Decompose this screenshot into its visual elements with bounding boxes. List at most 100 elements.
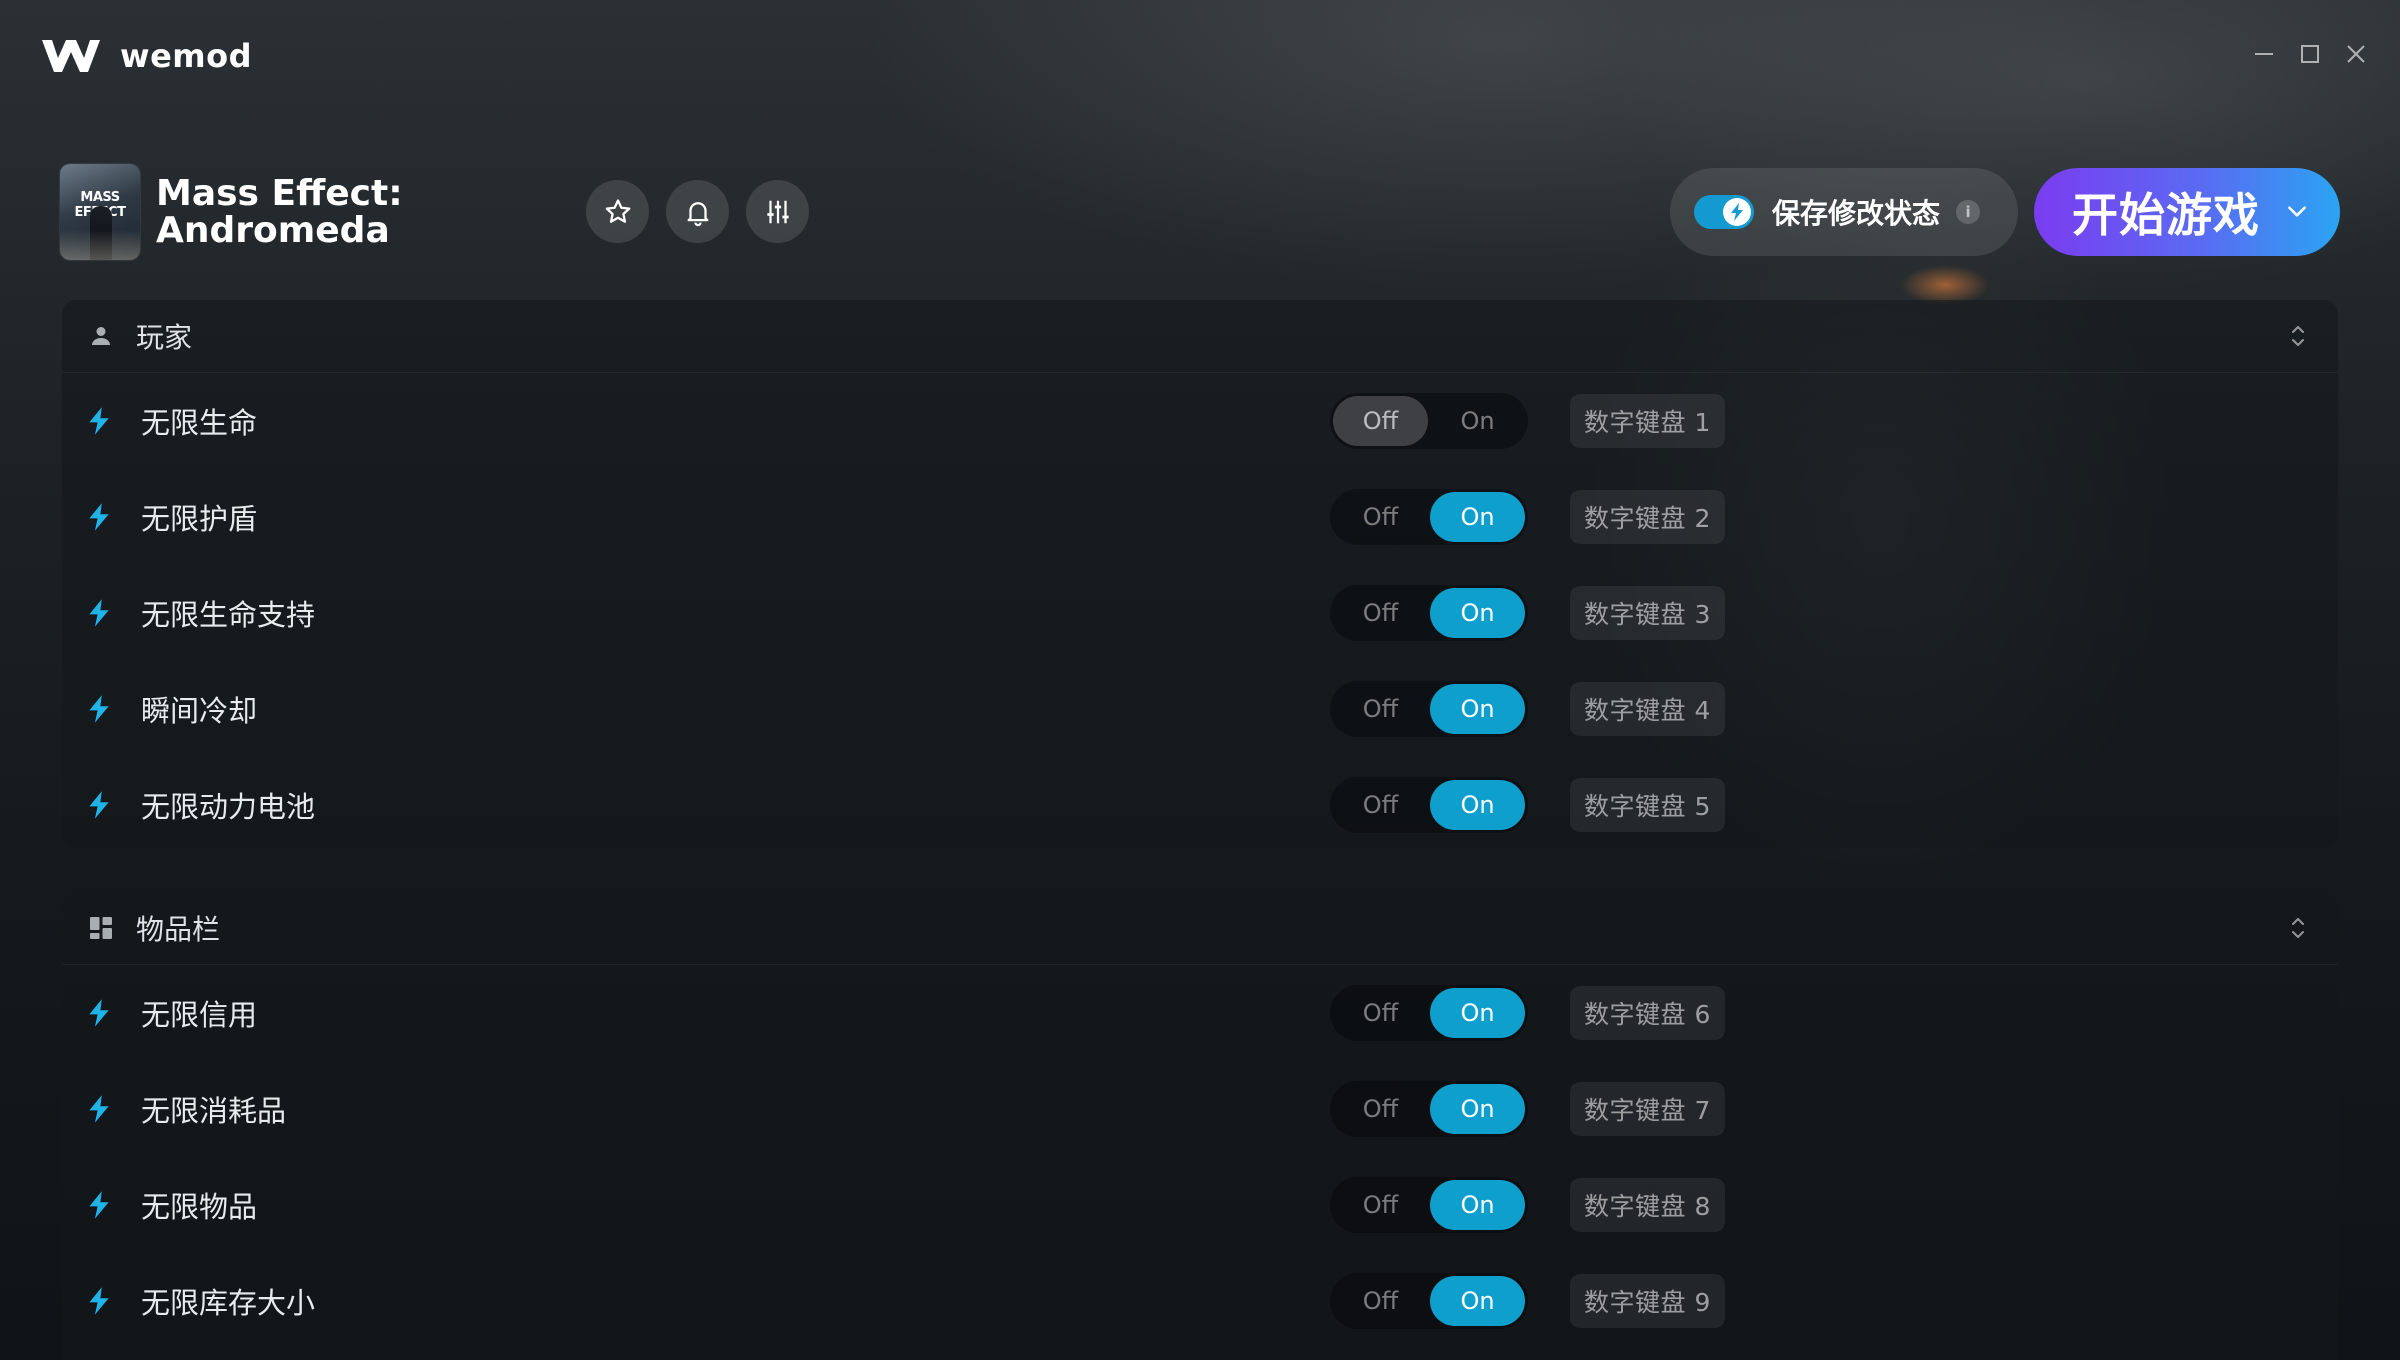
toggle-on-option[interactable]: On [1430, 684, 1525, 734]
mod-toggle[interactable]: Off On [1330, 1081, 1528, 1137]
mod-toggle[interactable]: Off On [1330, 393, 1528, 449]
header-actions [586, 180, 809, 243]
mod-toggle[interactable]: Off On [1330, 985, 1528, 1041]
mod-name: 无限信用 [141, 998, 258, 1032]
mod-toggle[interactable]: Off On [1330, 1273, 1528, 1329]
hotkey-badge[interactable]: 数字键盘 2 [1570, 490, 1725, 544]
game-header: MASS EFFECT Mass Effect: Andromeda [60, 164, 403, 260]
toggle-off-option[interactable]: Off [1333, 396, 1428, 446]
notifications-button[interactable] [666, 180, 729, 243]
mod-toggle[interactable]: Off On [1330, 681, 1528, 737]
mod-toggle[interactable]: Off On [1330, 1177, 1528, 1233]
window-controls [2254, 44, 2366, 64]
app-logo: wemod [40, 36, 252, 76]
toggle-on-option[interactable]: On [1430, 780, 1525, 830]
mod-row: 无限库存大小 Off On 数字键盘 9 [62, 1253, 2338, 1349]
bolt-icon [89, 791, 109, 819]
mod-name: 无限库存大小 [141, 1286, 316, 1320]
bell-icon [687, 201, 708, 226]
bolt-icon [1731, 203, 1743, 221]
mod-name: 瞬间冷却 [141, 694, 258, 728]
toggle-on-option[interactable]: On [1430, 1084, 1525, 1134]
toggle-off-option[interactable]: Off [1333, 1084, 1428, 1134]
settings-button[interactable] [746, 180, 809, 243]
bolt-icon [89, 1287, 109, 1315]
play-label: 开始游戏 [2072, 188, 2260, 242]
mod-row: 无限动力电池 Off On 数字键盘 5 [62, 757, 2338, 853]
hotkey-badge[interactable]: 数字键盘 6 [1570, 986, 1725, 1040]
mod-toggle[interactable]: Off On [1330, 777, 1528, 833]
toggle-off-option[interactable]: Off [1333, 780, 1428, 830]
toggle-off-option[interactable]: Off [1333, 1180, 1428, 1230]
close-icon[interactable] [2346, 44, 2366, 64]
chevron-down-icon[interactable] [2284, 198, 2310, 224]
bolt-icon [89, 695, 109, 723]
star-icon [605, 198, 630, 223]
mod-name: 无限生命支持 [141, 598, 316, 632]
collapse-icon[interactable] [2288, 324, 2308, 348]
section-player: 玩家 无限生命 Off On 数字键盘 1 无限护盾 Off On 数字键盘 2 无限生命支持 O… [62, 300, 2338, 848]
hotkey-badge[interactable]: 数字键盘 1 [1570, 394, 1725, 448]
mod-name: 无限物品 [141, 1190, 258, 1224]
game-title-line1: Mass Effect: [156, 173, 403, 214]
toggle-on-option[interactable]: On [1430, 988, 1525, 1038]
bolt-icon [89, 1095, 109, 1123]
mod-row: 无限生命支持 Off On 数字键盘 3 [62, 565, 2338, 661]
mod-row: 无限物品 Off On 数字键盘 8 [62, 1157, 2338, 1253]
toggle-on-option[interactable]: On [1430, 1276, 1525, 1326]
hotkey-badge[interactable]: 数字键盘 9 [1570, 1274, 1725, 1328]
play-button[interactable]: 开始游戏 [2034, 168, 2340, 256]
favorite-button[interactable] [586, 180, 649, 243]
mod-name: 无限护盾 [141, 502, 258, 536]
save-mods-toggle[interactable]: 保存修改状态 i [1670, 168, 2018, 256]
person-icon [88, 323, 114, 349]
toggle-off-option[interactable]: Off [1333, 684, 1428, 734]
section-title: 物品栏 [136, 913, 221, 946]
toggle-on-option[interactable]: On [1430, 588, 1525, 638]
mod-name: 无限动力电池 [141, 790, 316, 824]
mod-row: 无限护盾 Off On 数字键盘 2 [62, 469, 2338, 565]
collapse-icon[interactable] [2288, 916, 2308, 940]
toggle-off-option[interactable]: Off [1333, 588, 1428, 638]
mod-name: 无限生命 [141, 406, 258, 440]
app-name: wemod [120, 37, 252, 75]
wemod-logo-icon [42, 40, 100, 72]
mod-name: 无限消耗品 [141, 1094, 287, 1128]
hotkey-badge[interactable]: 数字键盘 5 [1570, 778, 1725, 832]
sliders-icon [766, 200, 789, 223]
game-cover[interactable]: MASS EFFECT [60, 164, 140, 260]
mod-row: 无限生命 Off On 数字键盘 1 [62, 373, 2338, 469]
section-inventory: 物品栏 无限信用 Off On 数字键盘 6 无限消耗品 Off On 数字键盘 7 无限物品 O… [62, 892, 2338, 1360]
hotkey-badge[interactable]: 数字键盘 8 [1570, 1178, 1725, 1232]
toggle-on-option[interactable]: On [1430, 492, 1525, 542]
mod-list: 无限信用 Off On 数字键盘 6 无限消耗品 Off On 数字键盘 7 无限物品 Off On… [62, 965, 2338, 1349]
maximize-icon[interactable] [2300, 44, 2320, 64]
toggle-off-option[interactable]: Off [1333, 1276, 1428, 1326]
bolt-icon [89, 407, 109, 435]
mod-toggle[interactable]: Off On [1330, 585, 1528, 641]
mod-list: 无限生命 Off On 数字键盘 1 无限护盾 Off On 数字键盘 2 无限生命支持 Off O… [62, 373, 2338, 853]
toggle-on-option[interactable]: On [1430, 396, 1525, 446]
toggle-off-option[interactable]: Off [1333, 492, 1428, 542]
game-title: Mass Effect: Andromeda [156, 175, 403, 249]
hotkey-badge[interactable]: 数字键盘 4 [1570, 682, 1725, 736]
section-header[interactable]: 玩家 [62, 300, 2338, 373]
bolt-icon [89, 599, 109, 627]
toggle-off-option[interactable]: Off [1333, 988, 1428, 1038]
section-header[interactable]: 物品栏 [62, 892, 2338, 965]
info-icon[interactable]: i [1956, 200, 1981, 224]
hotkey-badge[interactable]: 数字键盘 7 [1570, 1082, 1725, 1136]
bolt-icon [89, 503, 109, 531]
mod-toggle[interactable]: Off On [1330, 489, 1528, 545]
toggle-on-option[interactable]: On [1430, 1180, 1525, 1230]
section-title: 玩家 [136, 321, 193, 354]
save-mods-label: 保存修改状态 [1772, 197, 1941, 230]
mod-row: 无限信用 Off On 数字键盘 6 [62, 965, 2338, 1061]
hotkey-badge[interactable]: 数字键盘 3 [1570, 586, 1725, 640]
mod-row: 瞬间冷却 Off On 数字键盘 4 [62, 661, 2338, 757]
grid-icon [88, 915, 114, 941]
bolt-icon [89, 999, 109, 1027]
minimize-icon[interactable] [2254, 44, 2274, 64]
game-title-line2: Andromeda [156, 210, 390, 251]
save-mods-switch[interactable] [1694, 195, 1754, 229]
